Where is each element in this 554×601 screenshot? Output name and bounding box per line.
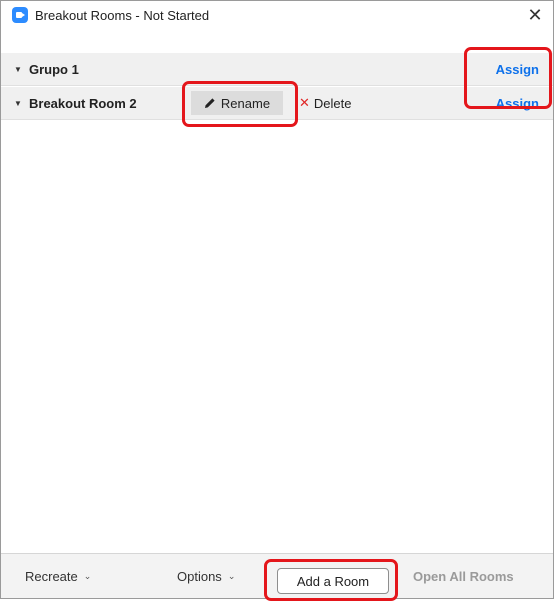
zoom-app-icon — [12, 7, 28, 23]
rename-label: Rename — [220, 95, 271, 111]
recreate-button[interactable]: Recreate ⌄ — [25, 554, 92, 598]
add-room-button[interactable]: Add a Room — [277, 568, 389, 594]
room-name: Breakout Room 2 — [29, 95, 137, 111]
caret-down-icon[interactable]: ▼ — [14, 99, 24, 108]
close-button[interactable]: ✕ — [525, 5, 545, 25]
footer-toolbar: Recreate ⌄ Options ⌄ Add a Room Open All… — [1, 553, 553, 598]
options-label: Options — [177, 569, 222, 584]
recreate-label: Recreate — [25, 569, 78, 584]
pencil-icon — [204, 98, 215, 108]
room-row-breakout-room-2[interactable]: ▼ Breakout Room 2 Rename ✕ Delete Assign — [1, 87, 553, 120]
window-title: Breakout Rooms - Not Started — [35, 7, 210, 23]
delete-x-icon: ✕ — [299, 95, 310, 110]
options-button[interactable]: Options ⌄ — [177, 554, 236, 598]
delete-label: Delete — [313, 95, 352, 111]
room-name: Grupo 1 — [29, 61, 79, 77]
open-all-rooms-button[interactable]: Open All Rooms — [413, 554, 514, 598]
title-bar: Breakout Rooms - Not Started ✕ — [1, 1, 553, 29]
caret-down-icon[interactable]: ▼ — [14, 65, 24, 74]
rename-button[interactable]: Rename — [191, 91, 283, 115]
chevron-down-icon: ⌄ — [227, 571, 236, 581]
chevron-down-icon: ⌄ — [83, 571, 92, 581]
assign-button[interactable]: Assign — [496, 62, 539, 77]
assign-button[interactable]: Assign — [496, 96, 539, 111]
breakout-rooms-window: Breakout Rooms - Not Started ✕ ▼ Grupo 1… — [0, 0, 554, 599]
delete-button[interactable]: ✕ Delete — [299, 91, 351, 115]
room-row-grupo-1[interactable]: ▼ Grupo 1 Assign — [1, 53, 553, 86]
